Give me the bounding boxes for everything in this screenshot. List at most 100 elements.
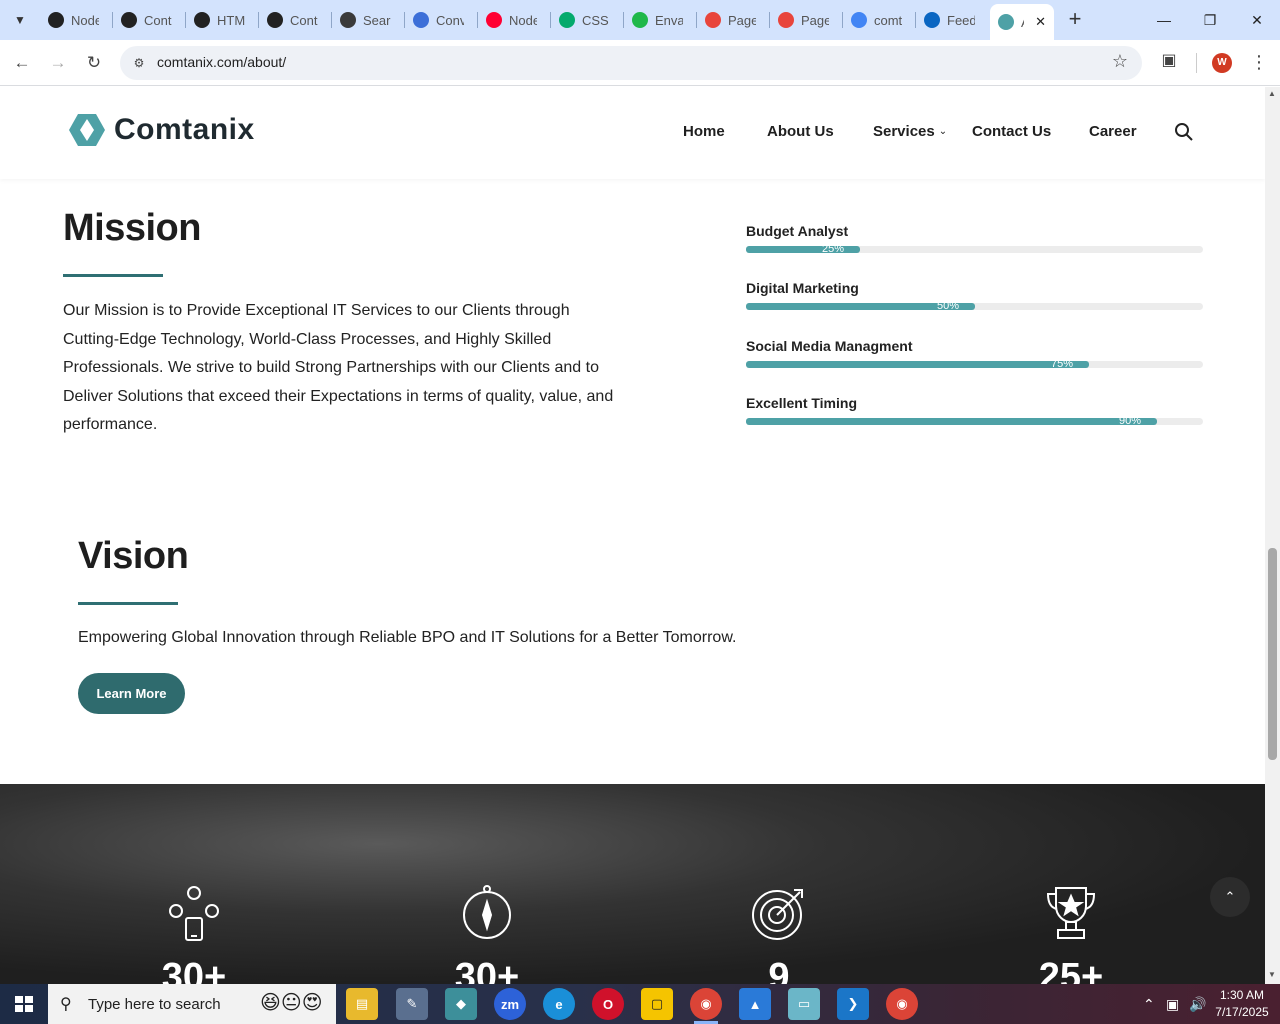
extensions-icon[interactable]: ▣ (1158, 50, 1180, 72)
browser-tab[interactable]: Node (40, 6, 110, 34)
envato-icon (632, 12, 648, 28)
browser-tab[interactable]: Page (697, 6, 767, 34)
notes-app-icon[interactable]: ▭ (788, 988, 820, 1020)
browser-tab[interactable]: Envato (624, 6, 694, 34)
nav-contact[interactable]: Contact Us (972, 123, 1051, 140)
edge-browser-icon[interactable]: e (543, 988, 575, 1020)
nav-services[interactable]: Services ⌄ (873, 123, 947, 140)
nav-about[interactable]: About Us (767, 123, 834, 140)
skill-track: 25% (746, 243, 1203, 255)
address-bar[interactable]: ⚙ comtanix.com/about/ ☆ (120, 46, 1142, 80)
tab-title: Cont (144, 12, 172, 28)
network-icon[interactable]: ▣ (1166, 984, 1179, 1024)
taskbar-search-placeholder: Type here to search (88, 996, 221, 1013)
profile-avatar[interactable]: W (1212, 53, 1232, 73)
emoji-decoration-icon: 😆😐😍 (260, 992, 323, 1014)
pagespeed-icon (778, 12, 794, 28)
close-tab-icon[interactable]: ✕ (1035, 14, 1046, 30)
browser-tab[interactable]: Cont (113, 6, 183, 34)
bookmark-star-icon[interactable]: ☆ (1112, 51, 1128, 72)
tab-title: comt (874, 12, 902, 28)
reload-button[interactable]: ↻ (81, 50, 107, 76)
openai-icon (267, 12, 283, 28)
site-info-icon[interactable]: ⚙ (130, 54, 148, 72)
browser-tab[interactable]: Conv (405, 6, 475, 34)
restore-button[interactable]: ❐ (1187, 8, 1233, 32)
mission-underline (63, 274, 163, 277)
browser-tab[interactable]: Search (332, 6, 402, 34)
windows-start-icon[interactable] (0, 984, 48, 1024)
google-icon (851, 12, 867, 28)
sticky-notes-icon[interactable]: ▢ (641, 988, 673, 1020)
browser-tab[interactable]: A✕ (990, 4, 1054, 40)
browser-tab[interactable]: Cont (259, 6, 329, 34)
taskbar-search-box[interactable]: ⚲ Type here to search 😆😐😍 (48, 984, 336, 1024)
new-tab-button[interactable]: + (1063, 8, 1087, 32)
skill-percent: 75% (1051, 358, 1074, 370)
scroll-to-top-button[interactable]: ⌃ (1210, 877, 1250, 917)
stat-number: 30+ (454, 956, 520, 984)
browser-tab[interactable]: Feed (916, 6, 986, 34)
opera-browser-icon[interactable]: O (592, 988, 624, 1020)
page-scrollbar[interactable] (1265, 87, 1280, 984)
url-text[interactable]: comtanix.com/about/ (157, 54, 286, 70)
skill-percent: 50% (937, 300, 960, 312)
chrome-browser-icon[interactable]: ◉ (690, 988, 722, 1024)
learn-more-button[interactable]: Learn More (78, 673, 185, 714)
browser-tab[interactable]: Page (770, 6, 840, 34)
file-explorer-icon[interactable]: ▤ (346, 988, 378, 1020)
forward-button[interactable]: → (45, 50, 71, 76)
vision-underline (78, 602, 178, 605)
tray-chevron-icon[interactable]: ⌃ (1143, 984, 1155, 1024)
volume-icon[interactable]: 🔊 (1189, 984, 1206, 1024)
vscode-icon[interactable]: ❯ (837, 988, 869, 1020)
target-icon (752, 889, 803, 940)
skill-fill (746, 361, 1089, 368)
tab-search-dropdown[interactable]: ▼ (6, 8, 34, 32)
tab-title: Page (801, 12, 829, 28)
comtanix-logo-icon (69, 114, 105, 146)
nav-home[interactable]: Home (683, 123, 725, 140)
skill-label: Digital Marketing (746, 280, 859, 296)
mission-heading: Mission (63, 207, 201, 249)
tab-strip: ▼ Node Cont HTML Cont Search Conv Node CSS Envat… (0, 0, 1280, 40)
chrome-profile-icon[interactable]: ◉ (886, 988, 918, 1020)
chevron-down-icon: ⌄ (938, 126, 948, 137)
scroll-down-icon[interactable]: ▼ (1268, 970, 1276, 979)
search-icon[interactable] (1174, 122, 1194, 142)
skill-bar: Excellent Timing 90% (746, 395, 1203, 427)
wordpress-icon (340, 12, 356, 28)
paint-app-icon[interactable]: ✎ (396, 988, 428, 1020)
back-button[interactable]: ← (9, 50, 35, 76)
w3schools-icon (559, 12, 575, 28)
windows-taskbar: ⚲ Type here to search 😆😐😍 ▤ ✎ ◆ zm e O ▢… (0, 984, 1280, 1024)
skill-track: 75% (746, 358, 1203, 370)
photos-app-icon[interactable]: ▲ (739, 988, 771, 1020)
tab-title: Search (363, 12, 391, 28)
browser-tab[interactable]: CSS (551, 6, 621, 34)
site-header: Comtanix Home About Us Services ⌄ Contac… (0, 87, 1265, 179)
tab-title: Feed (947, 12, 975, 28)
nav-career[interactable]: Career (1089, 123, 1137, 140)
browser-tab[interactable]: comt (843, 6, 913, 34)
stat-item: 30+ (134, 884, 254, 984)
browser-tab[interactable]: Node (478, 6, 548, 34)
zoom-app-icon[interactable]: zm (494, 988, 526, 1020)
comtanix-app-icon[interactable]: ◆ (445, 988, 477, 1020)
trophy-icon (1046, 887, 1096, 939)
browser-tab[interactable]: HTML (186, 6, 256, 34)
site-logo[interactable]: Comtanix (68, 111, 255, 149)
tab-title: A (1021, 15, 1024, 30)
clock-date: 7/17/2025 (1215, 1005, 1269, 1019)
vision-heading: Vision (78, 535, 189, 577)
openai-icon (194, 12, 210, 28)
skill-fill (746, 418, 1157, 425)
close-window-button[interactable]: ✕ (1234, 8, 1280, 32)
nav-services-label: Services (873, 123, 935, 140)
system-clock[interactable]: 1:30 AM 7/17/2025 (1210, 987, 1274, 1021)
scroll-up-icon[interactable]: ▲ (1268, 89, 1276, 98)
minimize-button[interactable]: — (1141, 8, 1187, 32)
scrollbar-thumb[interactable] (1268, 548, 1277, 760)
browser-menu-icon[interactable]: ⋮ (1250, 50, 1268, 76)
skill-percent: 25% (822, 243, 845, 255)
